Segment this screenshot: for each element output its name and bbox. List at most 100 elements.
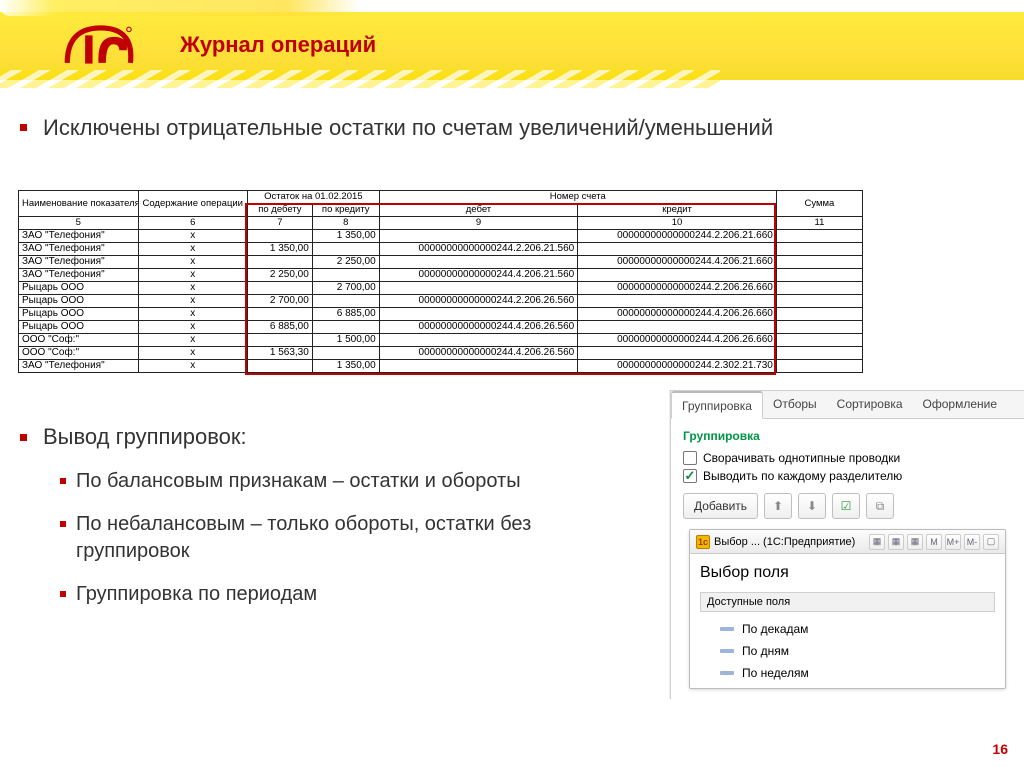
table-cell: x <box>138 308 247 321</box>
table-cell <box>247 230 312 243</box>
checkbox-checked-icon <box>683 469 697 483</box>
table-cell: 00000000000000244.2.206.26.660 <box>578 282 777 295</box>
collapse-same-check[interactable]: Сворачивать однотипные проводки <box>683 451 1012 465</box>
col-balance: Остаток на 01.02.2015 <box>247 191 379 204</box>
tree-item-label: По декадам <box>742 622 808 636</box>
table-cell <box>312 295 379 308</box>
table-cell: 1 500,00 <box>312 334 379 347</box>
table-cell: ЗАО "Телефония" <box>19 360 139 373</box>
col-kredit-acct: кредит <box>578 204 777 217</box>
table-cell <box>578 269 777 282</box>
add-button[interactable]: Добавить <box>683 493 758 519</box>
tree-item-label: По неделям <box>742 666 809 680</box>
tabs: ГруппировкаОтборыСортировкаОформление <box>671 391 1024 419</box>
table-cell: 00000000000000244.2.206.21.660 <box>578 230 777 243</box>
window-button-icon[interactable]: ▢ <box>983 534 999 550</box>
table-cell <box>379 308 578 321</box>
bullet-icon <box>20 434 27 441</box>
table-row: ООО "Соф:"x1 563,3000000000000000244.4.2… <box>19 347 863 360</box>
table-cell: x <box>138 230 247 243</box>
table-cell: Рыцарь ООО <box>19 295 139 308</box>
table-cell: Рыцарь ООО <box>19 308 139 321</box>
table-cell <box>379 334 578 347</box>
col-number: 5 <box>19 217 139 230</box>
window-button-icon[interactable]: ▦ <box>907 534 923 550</box>
col-debet-acct: дебет <box>379 204 578 217</box>
move-down-button[interactable]: ⬇ <box>798 493 826 519</box>
output-each-divider-check[interactable]: Выводить по каждому разделителю <box>683 469 1012 483</box>
table-cell <box>776 256 862 269</box>
tree-item[interactable]: По неделям <box>720 662 995 684</box>
list-item-text: По небалансовым – только обороты, остатк… <box>76 511 650 565</box>
check-label: Сворачивать однотипные проводки <box>703 451 900 465</box>
tab-Оформление[interactable]: Оформление <box>913 391 1007 418</box>
bullet-icon <box>60 478 66 484</box>
table-cell: ЗАО "Телефония" <box>19 230 139 243</box>
tree-item[interactable]: По декадам <box>720 618 995 640</box>
table-cell <box>379 360 578 373</box>
table-cell: 00000000000000244.4.206.21.660 <box>578 256 777 269</box>
oneC-logo <box>58 22 136 74</box>
page-number: 16 <box>992 741 1008 757</box>
col-number: 10 <box>578 217 777 230</box>
col-sum: Сумма <box>776 191 862 217</box>
titlebar-buttons: ▦▦▦MM+M-▢ <box>869 534 999 550</box>
window-button-icon[interactable]: ▦ <box>888 534 904 550</box>
move-up-button[interactable]: ⬆ <box>764 493 792 519</box>
table-cell <box>247 282 312 295</box>
operations-table: Наименование показателя Содержание опера… <box>18 190 863 373</box>
table-cell <box>578 295 777 308</box>
table-cell <box>379 230 578 243</box>
table-cell: ЗАО "Телефония" <box>19 243 139 256</box>
table-cell: x <box>138 334 247 347</box>
bullet-icon <box>60 521 66 527</box>
header-stroke <box>0 0 360 16</box>
table-row: Рыцарь ОООx6 885,0000000000000000244.4.2… <box>19 308 863 321</box>
table-cell <box>776 282 862 295</box>
checkbox-icon <box>683 451 697 465</box>
tree-header: Доступные поля <box>700 592 995 612</box>
copy-button[interactable]: ⧉ <box>866 493 894 519</box>
table-cell: 00000000000000244.4.206.26.560 <box>379 347 578 360</box>
bullet-icon <box>60 591 66 597</box>
table-colnum-row: 567891011 <box>19 217 863 230</box>
table-cell: 2 250,00 <box>312 256 379 269</box>
tab-Сортировка[interactable]: Сортировка <box>827 391 913 418</box>
window-button-icon[interactable]: M+ <box>945 534 961 550</box>
bullet-icon <box>20 124 27 131</box>
table-cell <box>578 321 777 334</box>
check-label: Выводить по каждому разделителю <box>703 469 902 483</box>
table-cell <box>312 269 379 282</box>
window-button-icon[interactable]: M- <box>964 534 980 550</box>
table-cell: Рыцарь ООО <box>19 321 139 334</box>
subwindow-caption: Выбор ... (1С:Предприятие) <box>714 536 855 548</box>
grouping-heading-row: Вывод группировок: <box>20 424 247 450</box>
table-cell: 1 350,00 <box>247 243 312 256</box>
table-cell: 1 350,00 <box>312 230 379 243</box>
table-cell <box>776 347 862 360</box>
check-button[interactable]: ☑ <box>832 493 860 519</box>
table-cell <box>776 269 862 282</box>
table-cell <box>776 230 862 243</box>
subwindow-body: Выбор поля Доступные поля По декадамПо д… <box>690 554 1005 688</box>
table-cell <box>247 308 312 321</box>
tree-item[interactable]: По дням <box>720 640 995 662</box>
table-cell <box>776 308 862 321</box>
col-account: Номер счета <box>379 191 776 204</box>
col-number: 7 <box>247 217 312 230</box>
table-cell: x <box>138 243 247 256</box>
grouping-heading: Вывод группировок: <box>43 424 247 450</box>
tab-Отборы[interactable]: Отборы <box>763 391 827 418</box>
table-cell <box>578 243 777 256</box>
list-item-text: По балансовым признакам – остатки и обор… <box>76 468 521 495</box>
window-button-icon[interactable]: M <box>926 534 942 550</box>
table-cell: x <box>138 269 247 282</box>
table-cell: 00000000000000244.4.206.26.660 <box>578 334 777 347</box>
add-button-label: Добавить <box>694 499 747 513</box>
table-cell: 00000000000000244.4.206.26.660 <box>578 308 777 321</box>
table-cell: x <box>138 321 247 334</box>
table-cell: 00000000000000244.2.206.21.560 <box>379 243 578 256</box>
tab-Группировка[interactable]: Группировка <box>671 391 763 419</box>
table-cell: 00000000000000244.2.302.21.730 <box>578 360 777 373</box>
window-button-icon[interactable]: ▦ <box>869 534 885 550</box>
